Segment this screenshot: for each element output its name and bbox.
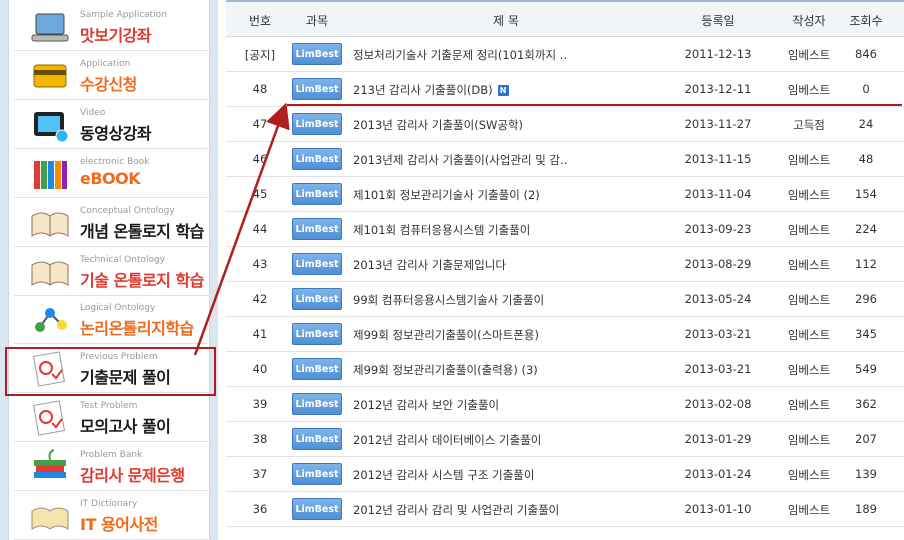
annotation-arrow — [193, 102, 290, 356]
